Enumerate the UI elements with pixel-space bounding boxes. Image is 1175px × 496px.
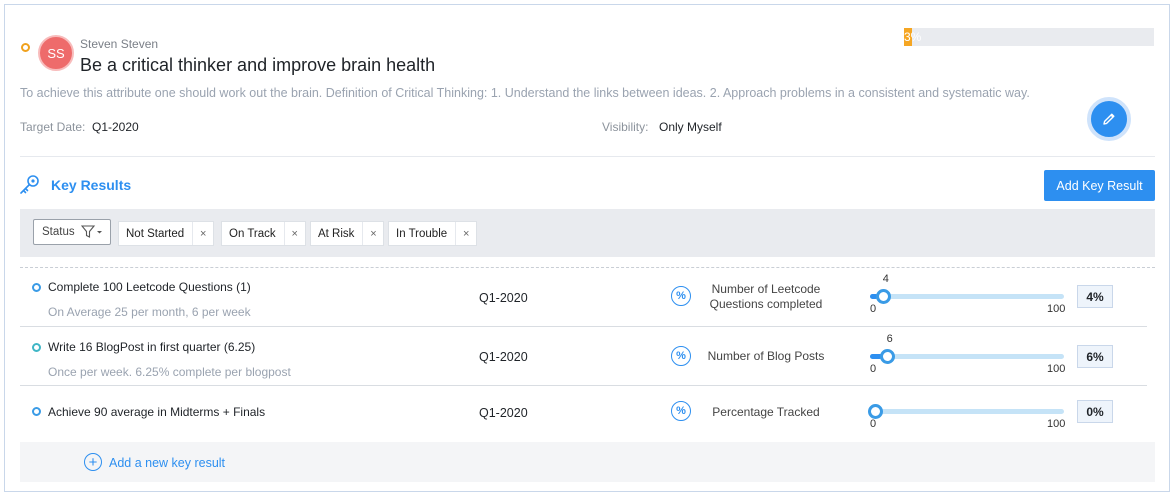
objective-progress-text: 3%	[904, 30, 922, 44]
key-result-date: Q1-2020	[479, 406, 528, 420]
key-result-subtitle: Once per week. 6.25% complete per blogpo…	[48, 365, 291, 379]
row-divider	[20, 385, 1147, 386]
remove-tag-icon[interactable]: ×	[193, 228, 213, 240]
slider-handle[interactable]	[875, 289, 891, 304]
key-result-date: Q1-2020	[479, 291, 528, 305]
percent-icon: %	[671, 401, 691, 421]
filter-tag-at-risk: At Risk ×	[310, 221, 385, 246]
key-result-metric: Percentage Tracked	[712, 405, 820, 419]
filter-tag-label: In Trouble	[389, 222, 457, 245]
objective-card: SS Steven Steven Be a critical thinker a…	[4, 4, 1170, 492]
remove-tag-icon[interactable]: ×	[363, 228, 383, 240]
plus-circle-icon: +	[84, 453, 102, 471]
filter-bar: Status Not Started × On Track × At Risk …	[20, 209, 1155, 257]
slider-min: 0	[870, 363, 877, 375]
progress-slider[interactable]	[868, 404, 1064, 419]
remove-tag-icon[interactable]: ×	[456, 228, 476, 240]
remove-tag-icon[interactable]: ×	[285, 228, 305, 240]
slider-handle[interactable]	[879, 349, 895, 364]
key-result-status-dot	[32, 343, 41, 352]
slider-max: 100	[1047, 303, 1066, 315]
filter-tag-label: Not Started	[119, 222, 194, 245]
status-filter-label: Status	[42, 226, 75, 238]
visibility-label: Visibility:	[602, 120, 649, 134]
key-result-status-dot	[32, 283, 41, 292]
row-divider	[20, 326, 1147, 327]
key-result-name[interactable]: Write 16 BlogPost in first quarter (6.25…	[48, 340, 255, 354]
percent-icon: %	[671, 346, 691, 366]
avatar[interactable]: SS	[38, 35, 74, 71]
progress-slider[interactable]	[870, 349, 1064, 364]
slider-min: 0	[870, 303, 877, 315]
add-key-result-button[interactable]: Add Key Result	[1044, 170, 1155, 201]
list-top-divider	[20, 267, 1155, 268]
objective-progress-bar: 3%	[904, 28, 1154, 46]
section-divider	[20, 156, 1155, 157]
slider-min: 0	[870, 418, 877, 430]
slider-value: 6	[886, 333, 893, 345]
visibility-value: Only Myself	[659, 120, 722, 134]
key-result-subtitle: On Average 25 per month, 6 per week	[48, 305, 251, 319]
key-results-heading: Key Results	[51, 177, 132, 193]
add-key-result-row[interactable]: + Add a new key result	[20, 442, 1155, 482]
filter-tag-label: On Track	[222, 222, 285, 245]
objective-description: To achieve this attribute one should wor…	[20, 86, 1030, 100]
percent-badge: 4%	[1077, 285, 1113, 308]
key-result-metric: Number of Leetcode Questions completed	[709, 282, 823, 311]
percent-icon: %	[671, 286, 691, 306]
target-date-value: Q1-2020	[92, 120, 139, 134]
objective-title: Be a critical thinker and improve brain …	[80, 55, 436, 75]
key-result-name[interactable]: Complete 100 Leetcode Questions (1)	[48, 280, 251, 294]
key-result-metric: Number of Blog Posts	[707, 349, 825, 363]
filter-tag-not-started: Not Started ×	[118, 221, 215, 246]
edit-objective-button[interactable]	[1087, 97, 1131, 141]
filter-icon	[80, 225, 102, 238]
key-result-name[interactable]: Achieve 90 average in Midterms + Finals	[48, 405, 265, 419]
pencil-icon	[1103, 113, 1115, 125]
filter-tag-in-trouble: In Trouble ×	[388, 221, 478, 246]
avatar-initials: SS	[47, 45, 65, 61]
slider-value: 4	[882, 273, 889, 285]
target-date-label: Target Date:	[20, 120, 86, 134]
percent-badge: 6%	[1077, 345, 1113, 368]
progress-slider[interactable]	[870, 289, 1064, 304]
filter-tag-on-track: On Track ×	[221, 221, 306, 246]
slider-max: 100	[1047, 363, 1066, 375]
status-filter-dropdown[interactable]: Status	[33, 219, 111, 245]
filter-tag-label: At Risk	[311, 222, 364, 245]
percent-badge: 0%	[1077, 400, 1113, 423]
objective-status-dot	[21, 43, 30, 52]
slider-handle[interactable]	[868, 404, 883, 419]
key-result-date: Q1-2020	[479, 350, 528, 364]
add-new-key-result-link[interactable]: Add a new key result	[109, 456, 225, 470]
key-icon	[20, 175, 39, 194]
owner-name: Steven Steven	[80, 37, 159, 51]
key-result-status-dot	[32, 407, 41, 416]
slider-max: 100	[1047, 418, 1066, 430]
